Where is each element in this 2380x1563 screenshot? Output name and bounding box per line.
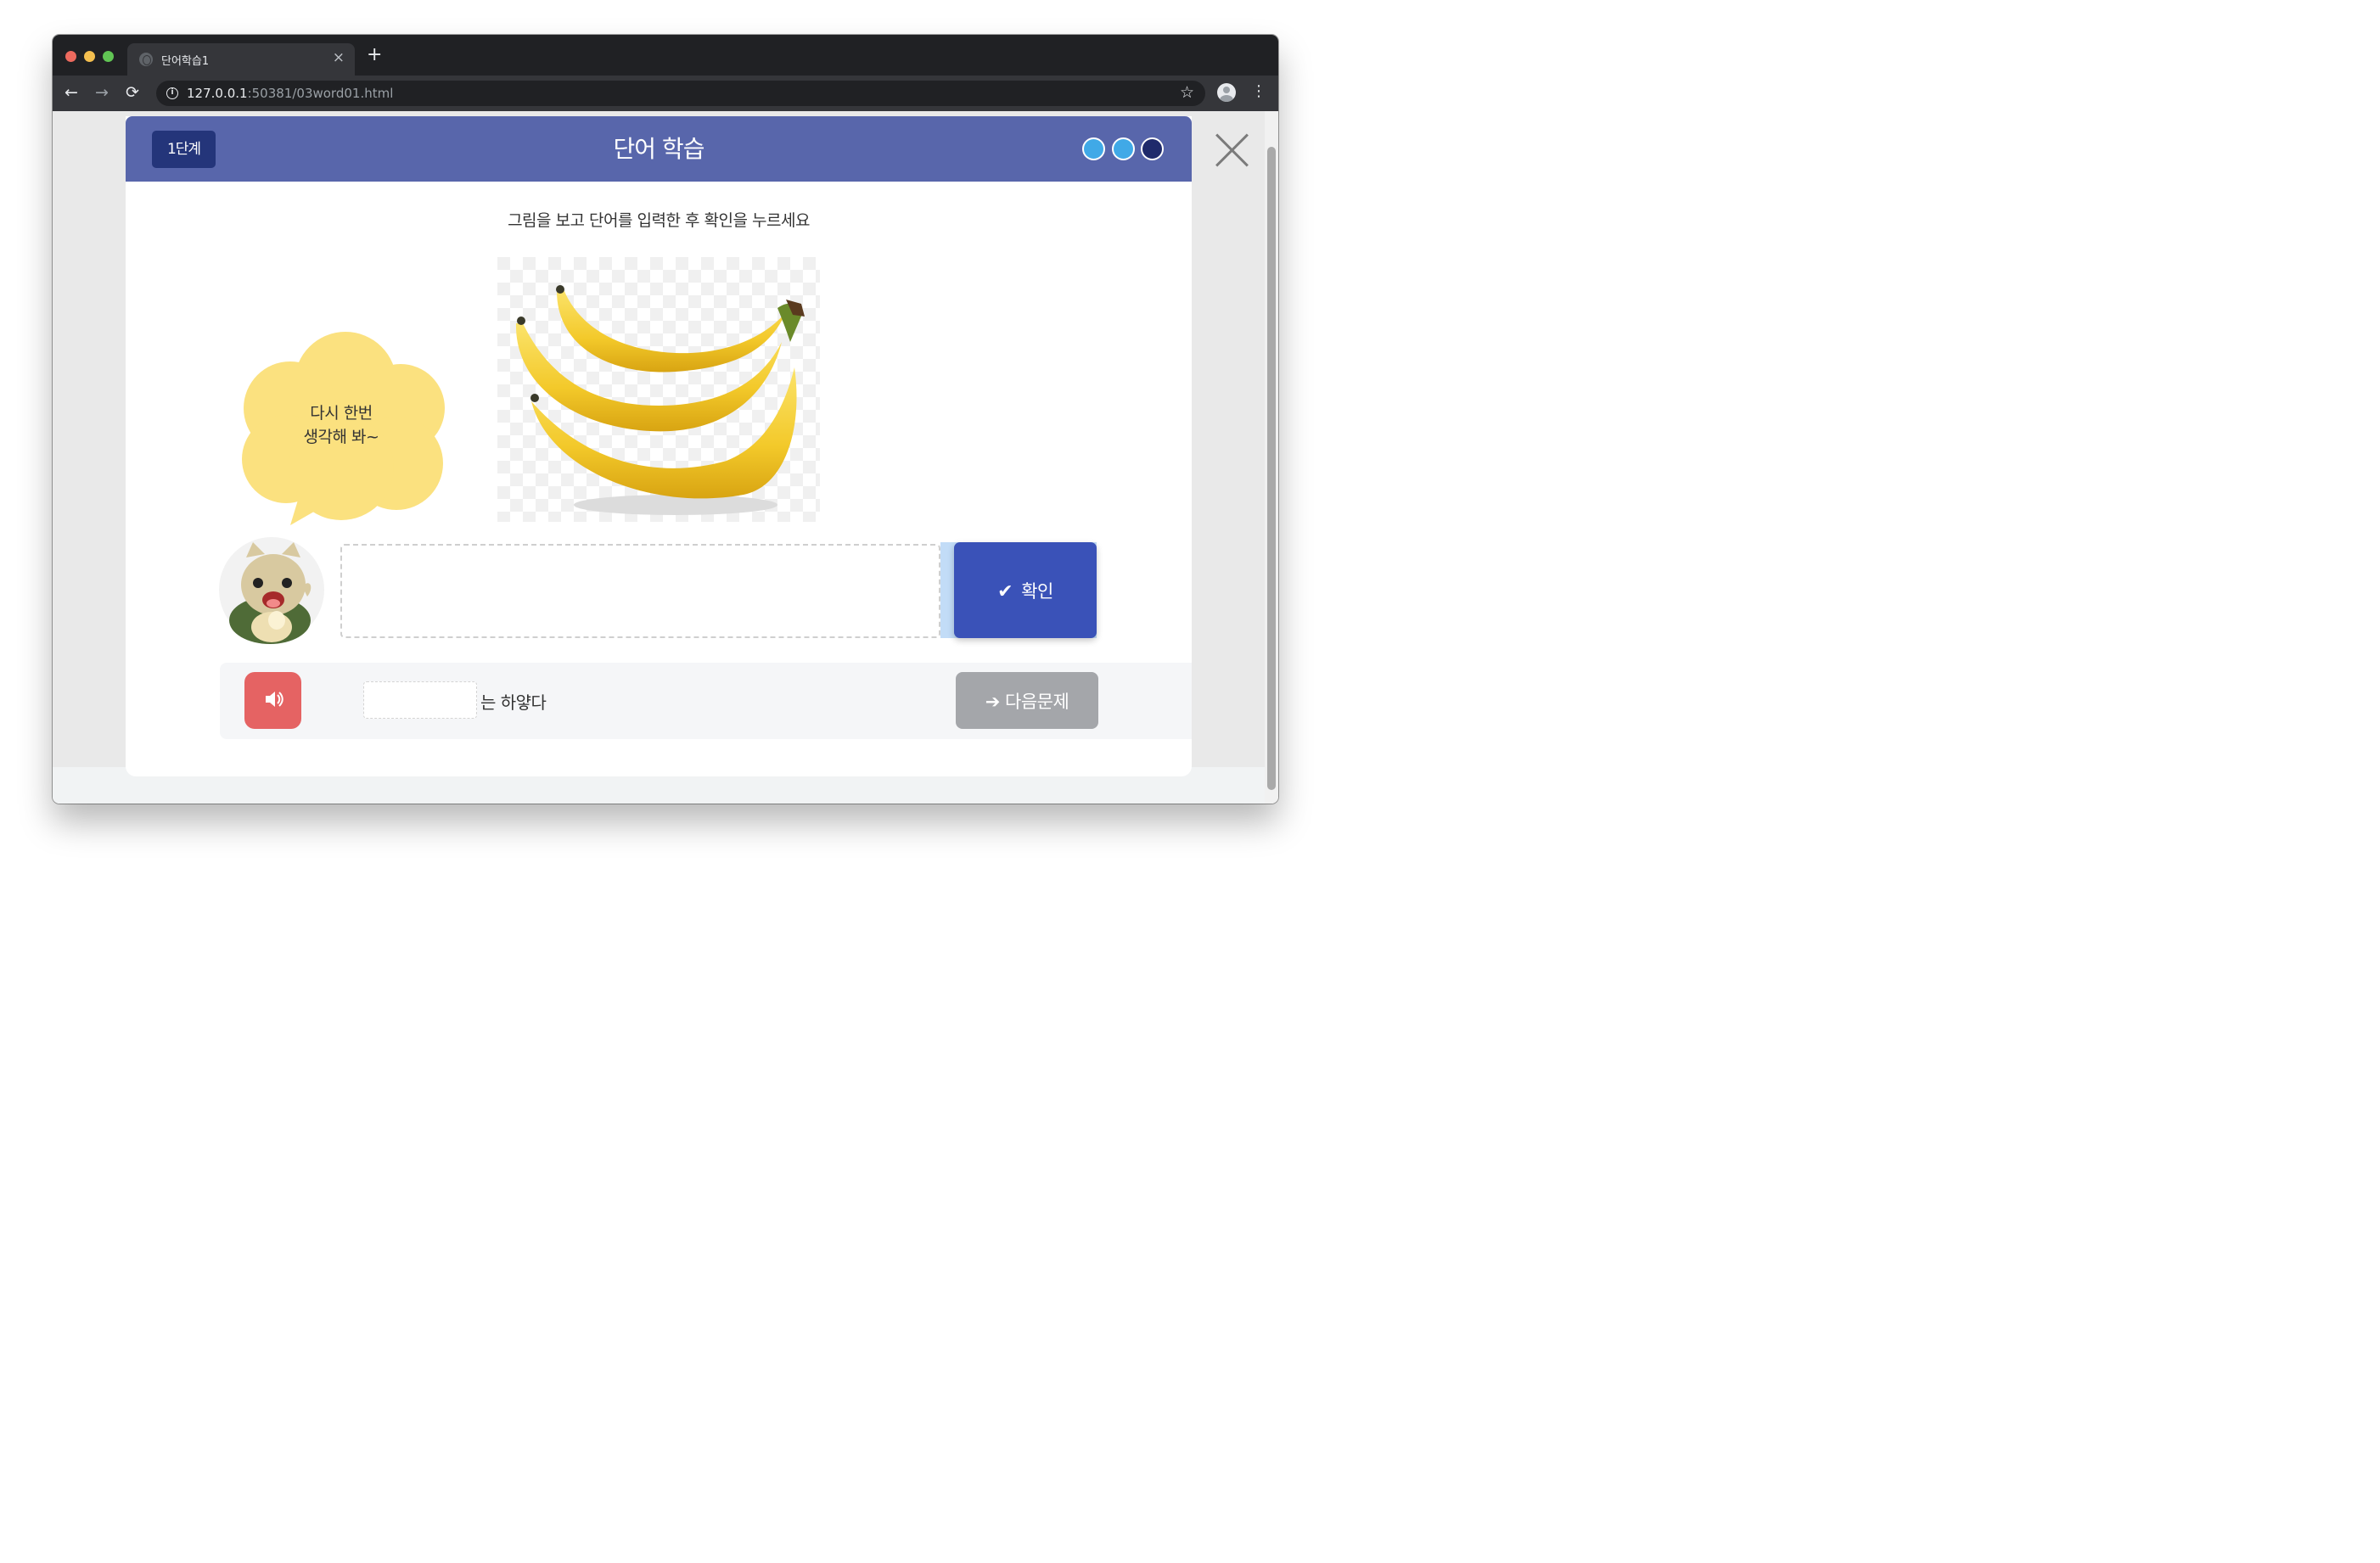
lesson-panel: 1단계 단어 학습 그림을 보고 단어를 입력한 후 확인을 누르세요 다시 한… [126,116,1192,776]
play-sound-button[interactable] [244,672,301,729]
url-text[interactable]: 127.0.0.1:50381/03word01.html [187,86,393,101]
sentence-bar: 는 하얗다 ➔ 다음문제 [220,663,1192,739]
progress-dot-1 [1082,137,1105,160]
turtle-mascot-icon [219,537,324,644]
globe-icon [139,53,153,66]
url-host: 127.0.0.1 [187,86,248,101]
tab-close-icon[interactable]: × [333,49,345,66]
answer-input[interactable] [340,544,940,638]
tab-bar: 단어학습1 × + [53,35,1278,76]
banana-image [497,257,820,522]
instruction-text: 그림을 보고 단어를 입력한 후 확인을 누르세요 [508,211,810,230]
scrollbar-thumb[interactable] [1267,147,1276,790]
next-label: 다음문제 [1005,691,1069,712]
browser-tab[interactable]: 단어학습1 × [127,43,355,76]
close-lesson-icon[interactable] [1214,132,1251,169]
close-window-button[interactable] [65,51,76,62]
progress-dot-3 [1141,137,1164,160]
profile-avatar-icon[interactable] [1217,83,1236,102]
reload-icon[interactable]: ⟳ [126,82,139,103]
next-question-button[interactable]: ➔ 다음문제 [956,672,1098,729]
maximize-window-button[interactable] [103,51,114,62]
browser-window: 단어학습1 × + ← → ⟳ i 127.0.0.1:50381/03word… [53,35,1278,804]
speaker-icon [265,692,283,707]
sentence-text: 는 하얗다 [480,692,547,713]
hint-line-1: 다시 한번 [310,404,373,423]
minimize-window-button[interactable] [84,51,95,62]
page-viewport: 1단계 단어 학습 그림을 보고 단어를 입력한 후 확인을 누르세요 다시 한… [53,111,1278,804]
forward-arrow-icon[interactable]: → [95,82,109,103]
more-menu-icon[interactable]: ⋮ [1251,83,1266,100]
hint-text: 다시 한번 생각해 봐~ [248,401,435,449]
bookmark-star-icon[interactable]: ☆ [1180,83,1194,102]
new-tab-button[interactable]: + [367,46,382,64]
scrollbar[interactable] [1265,111,1278,804]
page-title: 단어 학습 [613,135,705,163]
arrow-right-icon: ➔ [985,691,1001,712]
url-path: :50381/03word01.html [247,86,394,101]
confirm-label: 확인 [1021,580,1053,602]
tab-title: 단어학습1 [161,55,210,68]
lesson-header: 1단계 단어 학습 [126,116,1192,182]
sentence-blank-input[interactable] [363,681,477,719]
info-icon[interactable]: i [166,87,178,99]
back-arrow-icon[interactable]: ← [65,82,78,103]
hint-line-2: 생각해 봐~ [303,428,379,446]
progress-dot-2 [1112,137,1135,160]
browser-toolbar: ← → ⟳ i 127.0.0.1:50381/03word01.html ☆ … [53,76,1278,111]
check-icon: ✔ [997,580,1013,602]
confirm-button[interactable]: ✔ 확인 [954,542,1097,638]
address-bar[interactable]: i 127.0.0.1:50381/03word01.html [156,81,1205,106]
